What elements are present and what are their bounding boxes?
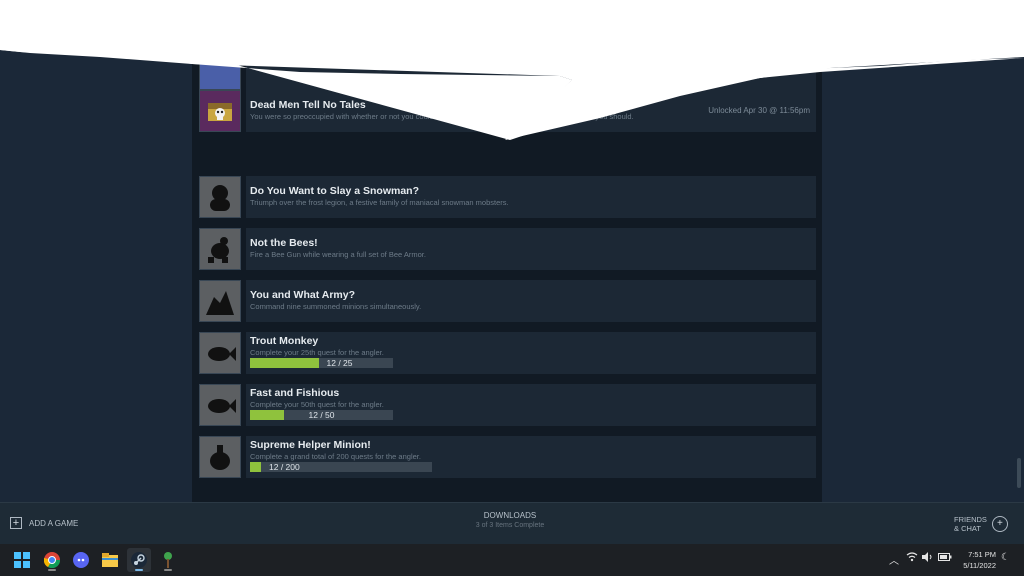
achievement-description: Triumph over the frost legion, a festive… [250,198,509,207]
steam-icon[interactable] [127,548,151,572]
achievement-title: Do You Want to Slay a Snowman? [250,185,419,197]
locked-minion-icon [199,436,241,478]
friends-label: FRIENDS & CHAT [954,515,987,533]
downloads-button[interactable]: DOWNLOADS 3 of 3 Items Complete [460,511,560,529]
achievement-row: Fast and Fishious Complete your 50th que… [199,384,817,426]
add-friend-icon: + [991,516,1008,532]
progress-bar: 12 / 25 [250,358,393,368]
wifi-icon[interactable] [906,552,918,565]
progress-text: 12 / 200 [269,462,300,472]
achievement-description: Complete your 50th quest for the angler. [250,400,384,409]
achievement-description: Fire a Bee Gun while wearing a full set … [250,250,426,259]
clock-time: 7:51 PM [968,550,996,559]
achievement-description: Command nine summoned minions simultaneo… [250,302,422,311]
achievement-row: Trout Monkey Complete your 25th quest fo… [199,332,817,374]
locked-army-icon [199,280,241,322]
locked-fish-icon [199,332,241,374]
white-overlay-shape [0,0,1024,140]
chevron-up-icon[interactable]: ︿ [889,552,899,567]
system-clock[interactable]: 7:51 PM 5/11/2022 [956,549,996,571]
progress-bar: 12 / 200 [250,462,432,472]
achievement-row: Do You Want to Slay a Snowman? Triumph o… [199,176,817,218]
plus-icon: + [10,517,22,529]
clock-date: 5/11/2022 [963,561,996,570]
bottom-bar: + ADD A GAME DOWNLOADS 3 of 3 Items Comp… [0,502,1024,545]
windows-start-icon[interactable] [10,548,34,572]
achievement-title: Not the Bees! [250,237,318,249]
progress-bar: 12 / 50 [250,410,393,420]
achievement-row: You and What Army? Command nine summoned… [199,280,817,322]
locked-snowman-icon [199,176,241,218]
achievement-description: Complete a grand total of 200 quests for… [250,452,421,461]
windows-taskbar: ︿ 7:51 PM 5/11/2022 ☾ [0,544,1024,576]
downloads-title: DOWNLOADS [483,511,537,520]
achievement-title: Supreme Helper Minion! [250,439,371,451]
downloads-status: 3 of 3 Items Complete [475,522,545,529]
achievement-row: Supreme Helper Minion! Complete a grand … [199,436,817,478]
notification-moon-icon[interactable]: ☾ [1001,552,1010,563]
terraria-tree-icon[interactable] [156,548,180,572]
friends-chat-button[interactable]: FRIENDS & CHAT + [954,515,1008,533]
progress-text: 12 / 25 [326,358,353,368]
progress-text: 12 / 50 [308,410,335,420]
achievement-title: You and What Army? [250,289,355,301]
achievement-title: Fast and Fishious [250,387,340,399]
achievement-title: Trout Monkey [250,335,319,347]
add-game-label: ADD A GAME [29,518,79,528]
achievement-row: Not the Bees! Fire a Bee Gun while weari… [199,228,817,270]
chrome-icon[interactable] [40,548,64,572]
add-game-button[interactable]: + ADD A GAME [10,517,78,529]
discord-icon[interactable] [69,548,93,572]
achievement-description: Complete your 25th quest for the angler. [250,348,384,357]
locked-fish-icon [199,384,241,426]
battery-icon[interactable] [938,552,952,565]
volume-icon[interactable] [922,552,934,565]
file-explorer-icon[interactable] [98,548,122,572]
locked-bee-icon [199,228,241,270]
scrollbar-thumb[interactable] [1017,458,1021,488]
